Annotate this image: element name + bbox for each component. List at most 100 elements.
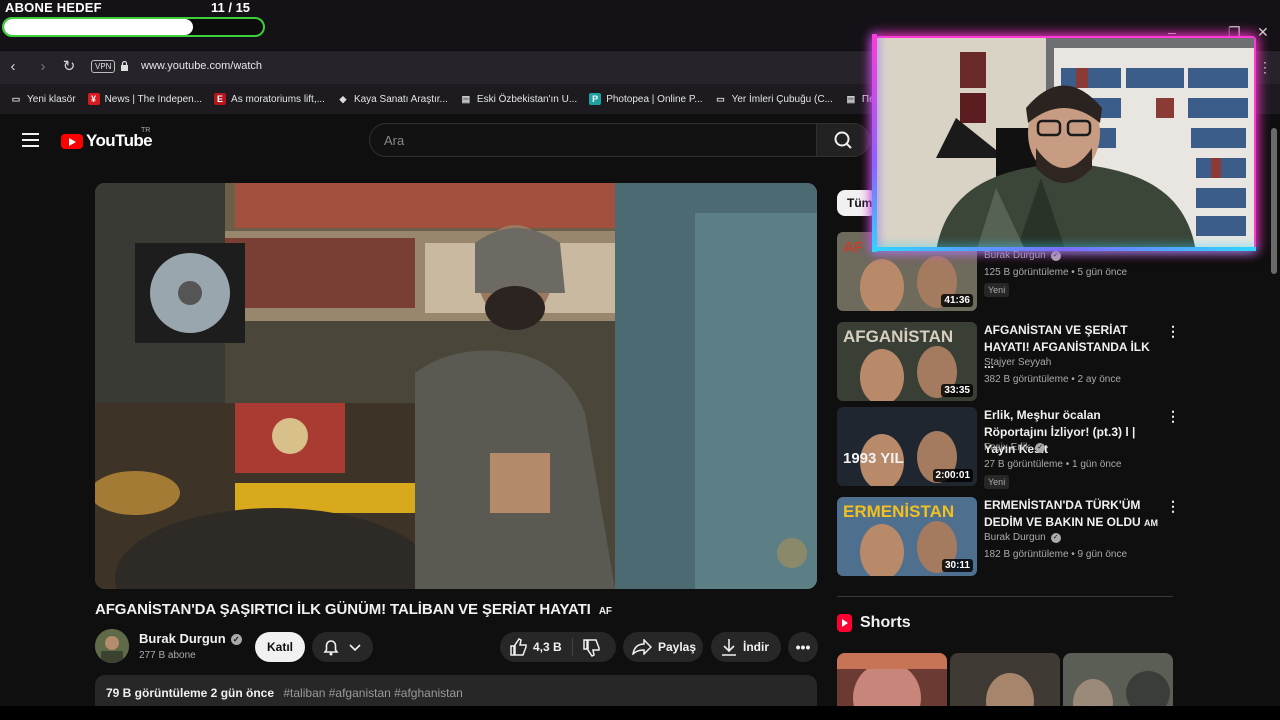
like-dislike-group: 4,3 B	[500, 632, 616, 662]
bookmark-item[interactable]: ◆ Kaya Sanatı Araştır...	[337, 93, 448, 105]
video-player[interactable]	[95, 183, 817, 589]
subscriber-goal-progress-fill	[4, 19, 194, 35]
bookmark-item[interactable]: P Photopea | Online P...	[589, 93, 703, 105]
views-date: 79 B görüntüleme 2 gün önce	[106, 686, 275, 700]
verified-icon: ✓	[230, 634, 242, 645]
bookmark-label: As moratoriums lift,...	[231, 93, 325, 105]
youtube-logo[interactable]: YouTube	[61, 131, 153, 151]
thumbnail-text: ERMENİSTAN	[843, 502, 954, 521]
shorts-header: Shorts	[837, 614, 911, 632]
bookmark-item[interactable]: ▭ Yeni klasör	[10, 93, 76, 105]
search-input[interactable]: Ara	[369, 123, 817, 157]
reload-icon[interactable]: ↻	[60, 59, 78, 75]
forward-icon[interactable]: ›	[34, 59, 52, 75]
thumbnail-text: 1993 YIL	[843, 450, 904, 467]
vpn-badge[interactable]: VPN	[91, 60, 116, 73]
subscriber-goal-progress	[2, 17, 265, 37]
menu-icon[interactable]	[22, 133, 39, 147]
search-button[interactable]	[816, 123, 870, 157]
screen: ABONE HEDEF 11 / 15 – ❐ ✕ ‹ › ↻ VPN www.…	[0, 0, 1280, 720]
sidebar-divider	[837, 596, 1173, 597]
bookmark-item[interactable]: ▤ Пе	[845, 93, 875, 105]
shorts-title: Shorts	[860, 614, 911, 631]
download-button[interactable]: İndir	[711, 632, 781, 662]
bookmark-item[interactable]: ▭ Yer İmleri Çubuğu (C...	[715, 93, 833, 105]
subscriber-goal-count: 11 / 15	[211, 0, 251, 15]
dislike-icon[interactable]	[582, 639, 602, 657]
site-favicon: ◆	[339, 93, 347, 104]
bookmark-item[interactable]: E As moratoriums lift,...	[214, 93, 325, 105]
notification-button[interactable]	[312, 632, 373, 662]
more-icon[interactable]: ⋮	[1166, 409, 1180, 423]
subscriber-count: 277 B abone	[139, 650, 196, 661]
bookmark-label: Kaya Sanatı Araştır...	[353, 93, 448, 105]
video-title-flag: AF	[598, 606, 612, 617]
new-badge: Yeni	[984, 283, 1010, 297]
youtube-logo-text: YouTube	[86, 131, 153, 150]
webcam-overlay	[874, 36, 1256, 250]
lock-icon	[121, 61, 128, 71]
video-duration: 30:11	[941, 559, 973, 572]
recommendation-meta: 125 B görüntüleme • 5 gün önce	[984, 267, 1128, 278]
webcam-frame	[876, 38, 1254, 248]
doc-icon: ▤	[461, 93, 471, 104]
e-favicon: E	[214, 93, 227, 105]
webcam-neon-border	[872, 34, 877, 252]
channel-name[interactable]: Burak Durgun ✓	[139, 631, 242, 646]
photopea-favicon: P	[589, 93, 602, 105]
like-icon[interactable]	[509, 638, 529, 656]
channel-name-text[interactable]: Burak Durgun	[139, 631, 226, 646]
recommendation-item[interactable]: ERMENİSTAN 30:11 ERMENİSTAN'DA TÜRK'ÜM DED…	[837, 497, 1180, 577]
chip-all[interactable]: Tümü	[837, 190, 877, 216]
more-icon[interactable]: ⋮	[1166, 324, 1180, 338]
new-badge: Yeni	[984, 475, 1010, 489]
recommendation-channel[interactable]: Burak Durgun ✓	[984, 250, 1061, 261]
country-code: TR	[141, 127, 151, 134]
recommendation-channel[interactable]: Foşix Erlik ✓	[984, 442, 1046, 453]
avatar[interactable]	[95, 629, 129, 663]
recommendation-title[interactable]: ERMENİSTAN'DA TÜRK'ÜM DEDİM VE BAKIN NE …	[984, 497, 1159, 532]
close-window-icon[interactable]: ✕	[1257, 24, 1269, 41]
recommendation-title-flag: AM	[1144, 518, 1159, 528]
bookmark-label: News | The Indepen...	[104, 93, 203, 105]
recommendation-title-text[interactable]: ERMENİSTAN'DA TÜRK'ÜM DEDİM VE BAKIN NE …	[984, 498, 1141, 529]
verified-icon: ✓	[1050, 533, 1061, 543]
more-actions-button[interactable]: •••	[788, 632, 818, 662]
bookmark-item[interactable]: ▤ Eski Özbekistan'ın U...	[460, 93, 578, 105]
bottom-edge	[0, 706, 1280, 720]
bookmark-label: Yeni klasör	[27, 93, 76, 105]
page-scrollbar[interactable]	[1268, 114, 1280, 720]
thumbnail-text: AFGANİSTAN	[843, 327, 953, 346]
thumbnail[interactable]: AFGANİSTAN 33:35	[837, 322, 977, 401]
share-button[interactable]: Paylaş	[623, 632, 703, 662]
more-icon[interactable]: ⋮	[1166, 499, 1180, 513]
thumbnail[interactable]: ERMENİSTAN 30:11	[837, 497, 977, 576]
shorts-icon	[837, 614, 852, 632]
recommendation-item[interactable]: 1993 YIL 2:00:01 Erlik, Meşhur öcalan Röpo…	[837, 407, 1180, 489]
verified-icon: ✓	[1050, 251, 1061, 261]
like-count[interactable]: 4,3 B	[533, 640, 562, 654]
thumbnail[interactable]: 1993 YIL 2:00:01	[837, 407, 977, 486]
video-duration: 33:35	[941, 384, 973, 397]
bell-icon	[323, 640, 361, 656]
url-field[interactable]: www.youtube.com/watch	[141, 60, 262, 72]
join-button[interactable]: Katıl	[255, 632, 305, 662]
recommendation-channel[interactable]: Stajyer Seyyah	[984, 357, 1051, 368]
youtube-play-icon	[61, 133, 83, 149]
recommendation-item[interactable]: AFGANİSTAN 33:35 AFGANİSTAN VE ŞERİAT HAYA…	[837, 322, 1180, 402]
bookmark-item[interactable]: ¥ News | The Indepen...	[87, 93, 203, 105]
recommendation-channel[interactable]: Burak Durgun ✓	[984, 532, 1061, 543]
recommendation-channel-text[interactable]: Burak Durgun	[984, 250, 1046, 261]
extensions-icon[interactable]: ⋮	[1258, 59, 1272, 76]
back-icon[interactable]: ‹	[4, 59, 22, 75]
scrollbar-thumb[interactable]	[1271, 128, 1277, 274]
webcam-neon-border	[874, 247, 1256, 251]
recommendation-channel-text[interactable]: Foşix Erlik	[984, 442, 1030, 453]
hashtags[interactable]: #taliban #afganistan #afghanistan	[283, 686, 462, 700]
video-duration: 41:36	[941, 294, 973, 307]
recommendation-meta: 27 B görüntüleme • 1 gün önce	[984, 459, 1122, 470]
recommendation-channel-text[interactable]: Stajyer Seyyah	[984, 357, 1051, 368]
search-placeholder: Ara	[384, 133, 405, 148]
search-icon	[834, 131, 852, 149]
recommendation-channel-text[interactable]: Burak Durgun	[984, 532, 1046, 543]
